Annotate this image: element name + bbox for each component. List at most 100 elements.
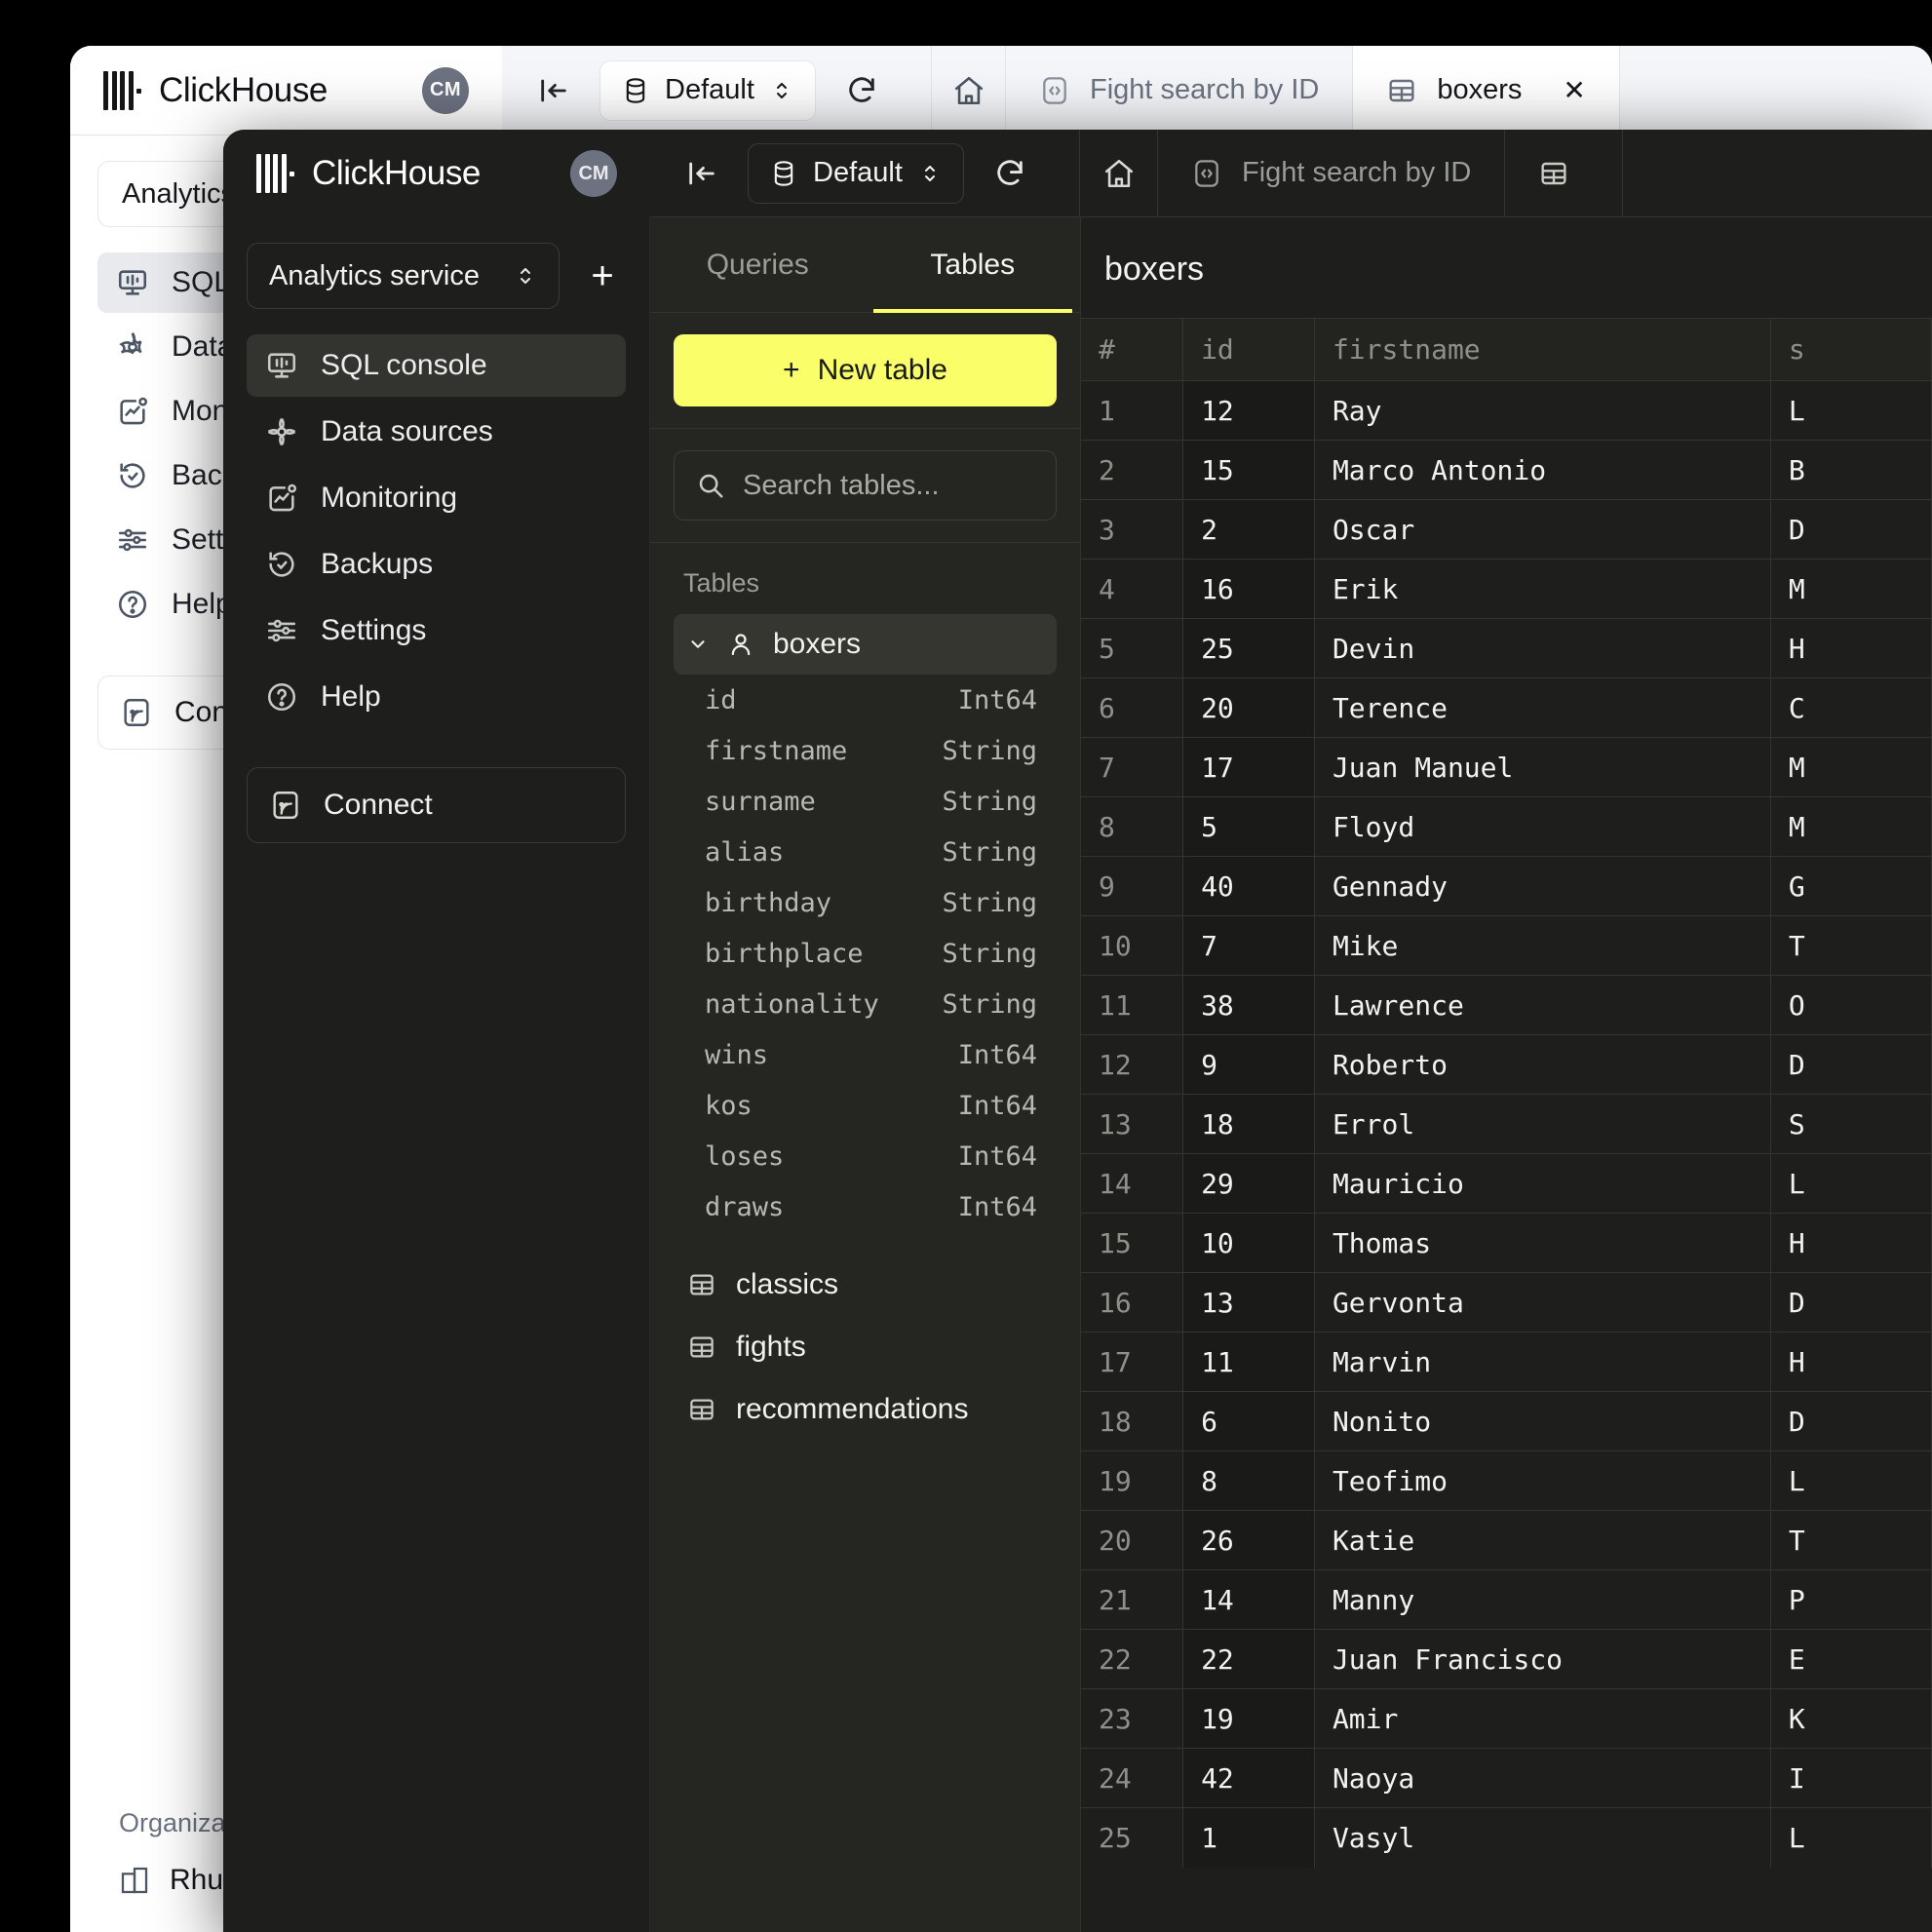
- sidebar-item-data-sources[interactable]: Data sources: [247, 401, 626, 463]
- avatar[interactable]: CM: [570, 150, 617, 197]
- col-header-firstname[interactable]: firstname: [1314, 318, 1771, 381]
- table-row[interactable]: 19 8 Teofimo L: [1081, 1450, 1932, 1511]
- cell-id[interactable]: 16: [1182, 559, 1315, 619]
- cell-surname[interactable]: L: [1770, 1450, 1932, 1511]
- search-tables-input[interactable]: Search tables...: [674, 450, 1057, 521]
- sidebar-item-backups[interactable]: Backups: [247, 533, 626, 596]
- cell-rownum[interactable]: 8: [1081, 796, 1184, 857]
- collapse-left-icon[interactable]: [677, 149, 726, 198]
- tab-table[interactable]: [1505, 130, 1624, 216]
- cell-surname[interactable]: L: [1770, 380, 1932, 441]
- cell-surname[interactable]: G: [1770, 856, 1932, 916]
- column-row[interactable]: birthplace String: [674, 928, 1057, 979]
- cell-id[interactable]: 19: [1182, 1688, 1315, 1749]
- refresh-icon[interactable]: [985, 149, 1034, 198]
- cell-rownum[interactable]: 11: [1081, 975, 1184, 1035]
- database-selector[interactable]: Default: [748, 142, 964, 204]
- cell-rownum[interactable]: 24: [1081, 1748, 1184, 1808]
- cell-firstname[interactable]: Naoya: [1314, 1748, 1771, 1808]
- table-row[interactable]: 9 40 Gennady G: [1081, 856, 1932, 916]
- cell-rownum[interactable]: 25: [1081, 1807, 1184, 1868]
- cell-firstname[interactable]: Floyd: [1314, 796, 1771, 857]
- table-row[interactable]: 8 5 Floyd M: [1081, 796, 1932, 857]
- cell-surname[interactable]: M: [1770, 737, 1932, 797]
- column-row[interactable]: kos Int64: [674, 1080, 1057, 1131]
- column-row[interactable]: alias String: [674, 827, 1057, 877]
- cell-surname[interactable]: T: [1770, 915, 1932, 976]
- tab-fight-search[interactable]: Fight search by ID: [1006, 46, 1354, 135]
- table-row[interactable]: 11 38 Lawrence O: [1081, 975, 1932, 1035]
- table-row[interactable]: 7 17 Juan Manuel M: [1081, 737, 1932, 797]
- cell-surname[interactable]: H: [1770, 1213, 1932, 1273]
- cell-firstname[interactable]: Oscar: [1314, 499, 1771, 560]
- table-item-boxers[interactable]: boxers: [674, 614, 1057, 675]
- results-grid[interactable]: # id firstname s 1 12 Ray L 2 15 Marco Antonio…: [1081, 318, 1932, 1932]
- cell-firstname[interactable]: Roberto: [1314, 1034, 1771, 1095]
- close-icon[interactable]: ✕: [1563, 74, 1585, 106]
- cell-id[interactable]: 29: [1182, 1153, 1315, 1214]
- column-row[interactable]: loses Int64: [674, 1131, 1057, 1181]
- cell-id[interactable]: 20: [1182, 677, 1315, 738]
- cell-id[interactable]: 42: [1182, 1748, 1315, 1808]
- cell-firstname[interactable]: Marco Antonio: [1314, 440, 1771, 500]
- cell-rownum[interactable]: 23: [1081, 1688, 1184, 1749]
- table-row[interactable]: 5 25 Devin H: [1081, 618, 1932, 678]
- home-icon[interactable]: [1080, 130, 1158, 216]
- table-row[interactable]: 17 11 Marvin H: [1081, 1332, 1932, 1392]
- table-row[interactable]: 6 20 Terence C: [1081, 677, 1932, 738]
- cell-firstname[interactable]: Lawrence: [1314, 975, 1771, 1035]
- cell-surname[interactable]: I: [1770, 1748, 1932, 1808]
- column-row[interactable]: draws Int64: [674, 1181, 1057, 1232]
- cell-surname[interactable]: K: [1770, 1688, 1932, 1749]
- cell-rownum[interactable]: 3: [1081, 499, 1184, 560]
- col-header-surname[interactable]: s: [1770, 318, 1932, 381]
- cell-firstname[interactable]: Mike: [1314, 915, 1771, 976]
- cell-rownum[interactable]: 7: [1081, 737, 1184, 797]
- cell-rownum[interactable]: 5: [1081, 618, 1184, 678]
- table-item-fights[interactable]: fights: [674, 1316, 1057, 1378]
- cell-surname[interactable]: H: [1770, 618, 1932, 678]
- table-row[interactable]: 25 1 Vasyl L: [1081, 1807, 1932, 1868]
- cell-rownum[interactable]: 10: [1081, 915, 1184, 976]
- cell-id[interactable]: 2: [1182, 499, 1315, 560]
- avatar[interactable]: CM: [422, 66, 469, 114]
- table-row[interactable]: 22 22 Juan Francisco E: [1081, 1629, 1932, 1689]
- cell-id[interactable]: 10: [1182, 1213, 1315, 1273]
- table-item-recommendations[interactable]: recommendations: [674, 1378, 1057, 1441]
- cell-rownum[interactable]: 20: [1081, 1510, 1184, 1570]
- column-row[interactable]: firstname String: [674, 725, 1057, 776]
- tab-queries[interactable]: Queries: [650, 217, 866, 312]
- column-row[interactable]: nationality String: [674, 979, 1057, 1029]
- cell-firstname[interactable]: Vasyl: [1314, 1807, 1771, 1868]
- cell-id[interactable]: 18: [1182, 1094, 1315, 1154]
- cell-surname[interactable]: C: [1770, 677, 1932, 738]
- table-row[interactable]: 1 12 Ray L: [1081, 380, 1932, 441]
- table-row[interactable]: 3 2 Oscar D: [1081, 499, 1932, 560]
- collapse-left-icon[interactable]: [529, 66, 578, 115]
- cell-firstname[interactable]: Errol: [1314, 1094, 1771, 1154]
- add-service-button[interactable]: +: [579, 252, 626, 299]
- cell-firstname[interactable]: Amir: [1314, 1688, 1771, 1749]
- cell-firstname[interactable]: Mauricio: [1314, 1153, 1771, 1214]
- table-row[interactable]: 13 18 Errol S: [1081, 1094, 1932, 1154]
- new-table-button[interactable]: + New table: [674, 334, 1057, 406]
- cell-id[interactable]: 7: [1182, 915, 1315, 976]
- cell-id[interactable]: 17: [1182, 737, 1315, 797]
- tab-fight-search[interactable]: Fight search by ID: [1158, 130, 1506, 216]
- cell-firstname[interactable]: Katie: [1314, 1510, 1771, 1570]
- cell-surname[interactable]: L: [1770, 1807, 1932, 1868]
- cell-surname[interactable]: D: [1770, 1272, 1932, 1333]
- database-selector[interactable]: Default: [599, 59, 816, 121]
- col-header-id[interactable]: id: [1182, 318, 1315, 381]
- table-row[interactable]: 23 19 Amir K: [1081, 1688, 1932, 1749]
- cell-rownum[interactable]: 15: [1081, 1213, 1184, 1273]
- cell-rownum[interactable]: 21: [1081, 1569, 1184, 1630]
- table-row[interactable]: 10 7 Mike T: [1081, 915, 1932, 976]
- column-row[interactable]: id Int64: [674, 675, 1057, 725]
- cell-rownum[interactable]: 22: [1081, 1629, 1184, 1689]
- cell-surname[interactable]: B: [1770, 440, 1932, 500]
- cell-surname[interactable]: T: [1770, 1510, 1932, 1570]
- cell-rownum[interactable]: 9: [1081, 856, 1184, 916]
- cell-firstname[interactable]: Juan Francisco: [1314, 1629, 1771, 1689]
- sidebar-item-monitoring[interactable]: Monitoring: [247, 467, 626, 529]
